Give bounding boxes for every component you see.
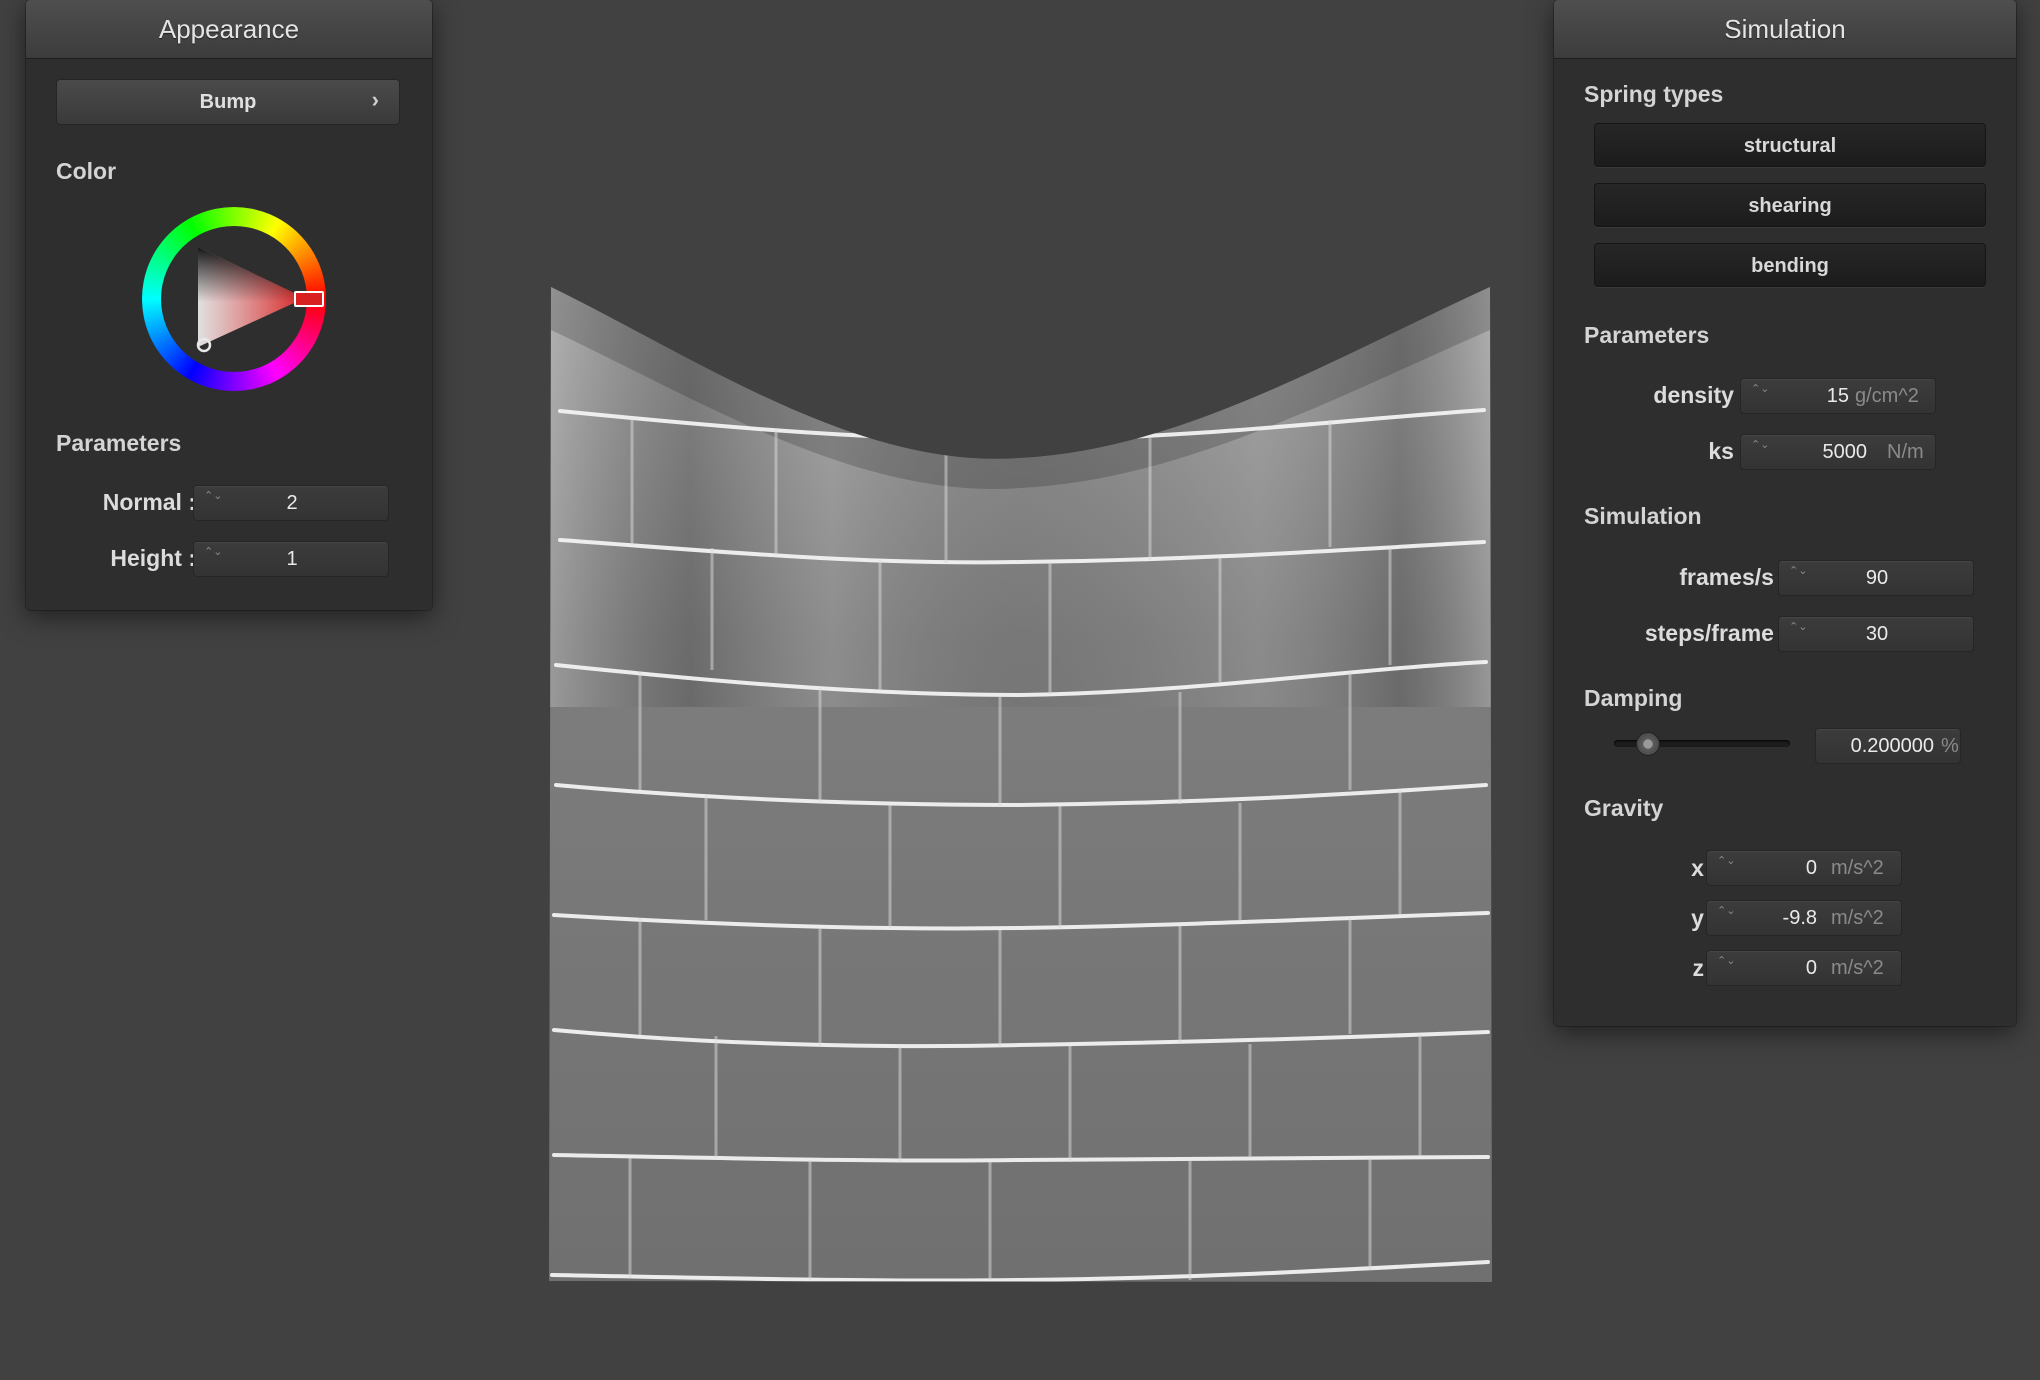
spinner-arrows-icon[interactable]: ⌃⌄ — [1717, 955, 1735, 981]
shearing-spring-button[interactable]: shearing — [1594, 183, 1986, 227]
gravity-z-input[interactable]: ⌃⌄ 0 m/s^2 — [1706, 950, 1902, 986]
spring-types-title: Spring types — [1584, 81, 1724, 107]
gravity-x-value: 0 — [1805, 857, 1817, 879]
spinner-arrows-icon[interactable]: ⌃⌄ — [1751, 439, 1769, 465]
frames-per-second-input[interactable]: ⌃⌄ 90 — [1778, 560, 1974, 596]
frames-per-second-label: frames/s : — [1679, 564, 1788, 590]
gravity-x-unit: m/s^2 — [1831, 857, 1884, 879]
steps-per-frame-label: steps/frame : — [1644, 620, 1788, 646]
density-value: 15 — [1826, 385, 1849, 407]
density-label: density : — [1653, 382, 1748, 408]
ks-input[interactable]: ⌃⌄ 5000 N/m — [1740, 434, 1936, 470]
simulation-panel: Simulation Spring types structural shear… — [1554, 0, 2016, 1026]
bending-spring-button[interactable]: bending — [1594, 243, 1986, 287]
spinner-arrows-icon[interactable]: ⌃⌄ — [1751, 383, 1769, 409]
damping-input[interactable]: 0.200000 % — [1815, 728, 1961, 764]
steps-per-frame-input[interactable]: ⌃⌄ 30 — [1778, 616, 1974, 652]
steps-per-frame-value: 30 — [1865, 623, 1889, 645]
spinner-arrows-icon[interactable]: ⌃⌄ — [1717, 855, 1735, 881]
damping-value: 0.200000 — [1850, 735, 1934, 757]
structural-spring-button[interactable]: structural — [1594, 123, 1986, 167]
gravity-z-value: 0 — [1805, 957, 1817, 979]
gravity-y-value: -9.8 — [1782, 907, 1817, 929]
spinner-arrows-icon[interactable]: ⌃⌄ — [1717, 905, 1735, 931]
damping-slider[interactable] — [1614, 732, 1790, 756]
simulation-panel-title[interactable]: Simulation — [1554, 0, 2016, 59]
gravity-section-title: Gravity — [1584, 795, 1664, 821]
simulation-section-title: Simulation — [1584, 503, 1702, 529]
gravity-y-unit: m/s^2 — [1831, 907, 1884, 929]
damping-unit: % — [1941, 735, 1959, 757]
damping-slider-handle[interactable] — [1636, 732, 1660, 756]
gravity-z-unit: m/s^2 — [1831, 957, 1884, 979]
density-unit: g/cm^2 — [1855, 385, 1919, 407]
gravity-y-input[interactable]: ⌃⌄ -9.8 m/s^2 — [1706, 900, 1902, 936]
simulation-parameters-title: Parameters — [1584, 322, 1710, 348]
gravity-x-input[interactable]: ⌃⌄ 0 m/s^2 — [1706, 850, 1902, 886]
ks-unit: N/m — [1887, 441, 1924, 463]
density-input[interactable]: ⌃⌄ 15 g/cm^2 — [1740, 378, 1936, 414]
ks-value: 5000 — [1822, 441, 1868, 463]
damping-section-title: Damping — [1584, 685, 1683, 711]
frames-per-second-value: 90 — [1865, 567, 1889, 589]
